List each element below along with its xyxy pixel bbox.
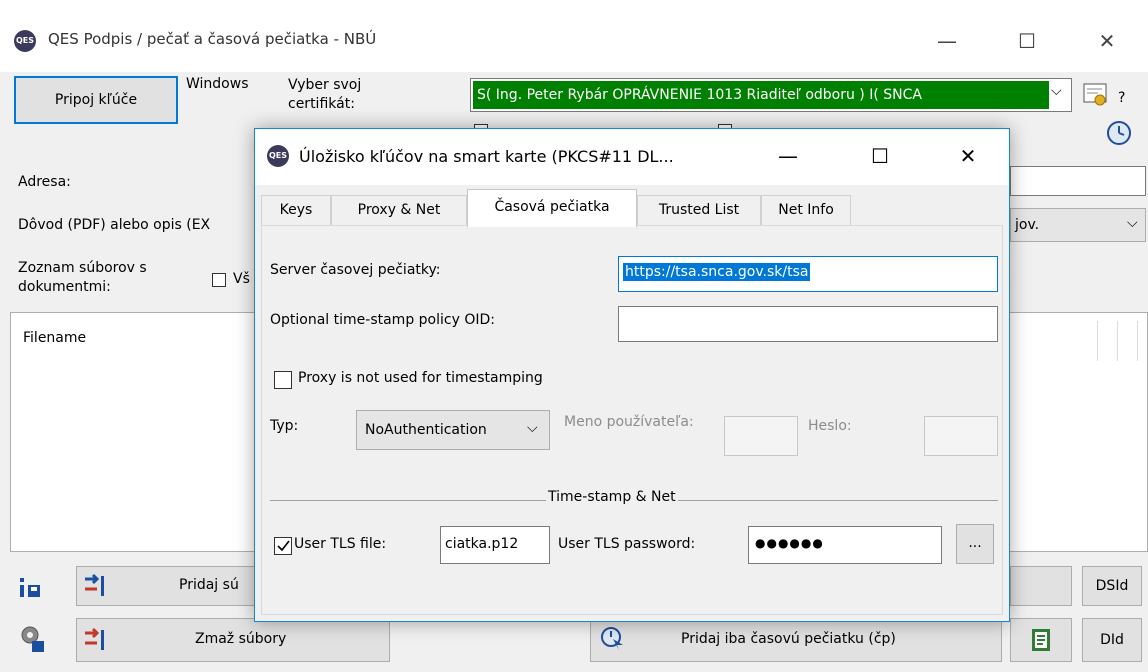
add-files-icon <box>83 573 107 603</box>
password-input[interactable] <box>924 416 998 456</box>
files-label: Zoznam súborov s dokumentmi: <box>18 260 147 295</box>
tab-proxy-net[interactable]: Proxy & Net <box>331 195 467 225</box>
tab-trusted-list[interactable]: Trusted List <box>637 195 761 225</box>
select-all-label: Vš <box>233 271 250 287</box>
dialog-app-icon: QES <box>267 145 289 167</box>
add-timestamp-label: Pridaj iba časovú pečiatku (čp) <box>681 631 896 647</box>
user-tls-checkbox[interactable] <box>274 537 292 555</box>
browse-tls-file-button[interactable]: ... <box>956 524 994 564</box>
app-icon: QES <box>14 30 36 52</box>
tls-file-input[interactable]: ciatka.p12 <box>440 526 550 564</box>
tsa-server-input[interactable]: https://tsa.snca.gov.sk/tsa <box>618 256 998 292</box>
connect-keys-button[interactable]: Pripoj kľúče <box>14 76 178 124</box>
auth-type-select[interactable]: NoAuthentication ⌵ <box>356 410 550 450</box>
username-input[interactable] <box>724 416 798 456</box>
tls-file-value: ciatka.p12 <box>445 536 519 552</box>
address-input-visible-part[interactable] <box>1010 166 1146 196</box>
certificate-details-icon[interactable] <box>1078 78 1112 112</box>
certificate-label: Vyber svoj certifikát: <box>288 77 362 112</box>
dsid-button[interactable]: DSId <box>1082 566 1142 606</box>
dialog-close-icon[interactable]: ✕ <box>945 141 991 171</box>
dialog-title: Úložisko kľúčov na smart karte (PKCS#11 … <box>299 147 674 166</box>
auth-type-value: NoAuthentication <box>365 422 487 438</box>
username-label: Meno používateľa: <box>564 414 694 430</box>
tls-password-label: User TLS password: <box>558 536 696 552</box>
reason-label: Dôvod (PDF) alebo opis (EX <box>18 217 211 233</box>
column-divider <box>1117 321 1118 361</box>
minimize-icon[interactable]: — <box>924 26 970 56</box>
policy-oid-input[interactable] <box>618 306 998 342</box>
main-title-bar: QES QES Podpis / pečať a časová pečiatka… <box>0 0 1148 72</box>
document-icon <box>1029 627 1053 657</box>
group-label: Time-stamp & Net <box>546 489 678 505</box>
filename-column-header[interactable]: Filename <box>23 330 86 346</box>
add-timestamp-only-button[interactable]: Pridaj iba časovú pečiatku (čp) <box>590 618 1002 662</box>
timestamp-tab-panel: Server časovej pečiatky: https://tsa.snc… <box>261 225 1003 615</box>
keystore-dialog: QES Úložisko kľúčov na smart karte (PKCS… <box>254 128 1010 622</box>
close-icon[interactable]: ✕ <box>1084 26 1130 56</box>
delete-files-label: Zmaž súbory <box>195 631 287 647</box>
timestamp-clock-icon <box>599 625 625 655</box>
document-info-button[interactable] <box>1010 618 1072 662</box>
column-divider <box>1137 321 1138 361</box>
tls-password-input[interactable]: ●●●●●● <box>748 526 942 564</box>
add-files-label: Pridaj sú <box>179 577 239 593</box>
policy-oid-label: Optional time-stamp policy OID: <box>270 312 495 328</box>
maximize-icon[interactable]: ☐ <box>1004 26 1050 56</box>
user-tls-label: User TLS file: <box>294 536 387 552</box>
chevron-down-icon: ⌵ <box>527 420 538 436</box>
tsa-server-label: Server časovej pečiatky: <box>270 262 441 278</box>
add-files-button[interactable]: Pridaj sú <box>76 566 262 606</box>
reason-select[interactable]: jov. ⌵ <box>1010 208 1146 242</box>
proxy-not-used-checkbox[interactable] <box>274 371 292 389</box>
certificate-select[interactable]: S( Ing. Peter Rybár OPRÁVNENIE 1013 Riad… <box>470 78 1072 112</box>
store-label: Windows <box>186 76 249 92</box>
dialog-maximize-icon[interactable]: ☐ <box>857 141 903 171</box>
settings-save-icon[interactable] <box>18 624 46 654</box>
save-list-icon[interactable] <box>18 574 44 600</box>
clock-icon[interactable] <box>1102 118 1136 148</box>
partial-button[interactable] <box>1010 566 1072 606</box>
delete-files-icon <box>83 627 107 657</box>
column-divider <box>1097 321 1098 361</box>
chevron-down-icon: ⌵ <box>1051 83 1062 99</box>
tab-timestamp[interactable]: Časová pečiatka <box>467 189 637 227</box>
did-button[interactable]: DId <box>1082 618 1142 662</box>
certificate-value: S( Ing. Peter Rybár OPRÁVNENIE 1013 Riad… <box>473 81 1049 109</box>
proxy-not-used-label: Proxy is not used for timestamping <box>298 370 543 386</box>
password-label: Heslo: <box>808 418 852 434</box>
dialog-minimize-icon[interactable]: — <box>765 141 811 171</box>
auth-type-label: Typ: <box>270 418 299 434</box>
help-button[interactable]: ? <box>1118 90 1125 106</box>
tls-password-value: ●●●●●● <box>755 536 824 550</box>
chevron-down-icon: ⌵ <box>1127 215 1138 231</box>
select-all-checkbox[interactable] <box>212 273 226 287</box>
tab-keys[interactable]: Keys <box>261 195 331 225</box>
delete-files-button[interactable]: Zmaž súbory <box>76 618 390 662</box>
tab-net-info[interactable]: Net Info <box>761 195 851 225</box>
address-label: Adresa: <box>18 174 71 190</box>
tsa-server-value: https://tsa.snca.gov.sk/tsa <box>623 263 811 281</box>
main-window-title: QES Podpis / pečať a časová pečiatka - N… <box>48 30 377 48</box>
reason-value: jov. <box>1015 217 1040 233</box>
dialog-title-bar: QES Úložisko kľúčov na smart karte (PKCS… <box>255 129 1009 185</box>
